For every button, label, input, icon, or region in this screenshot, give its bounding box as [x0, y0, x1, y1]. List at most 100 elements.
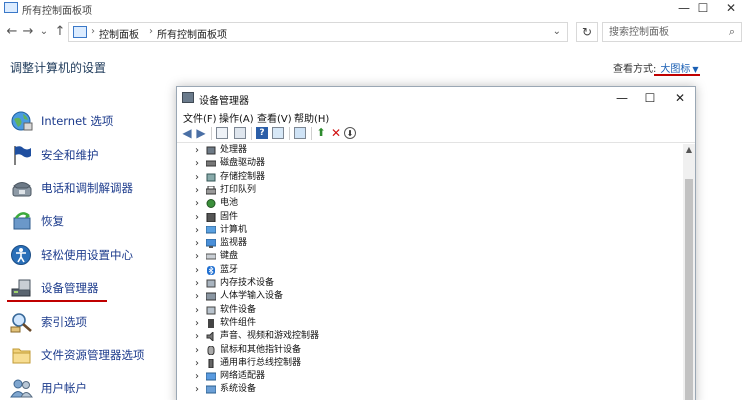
toolbar-separator	[311, 127, 312, 140]
software-component-icon	[208, 318, 214, 328]
expand-chevron-icon[interactable]: ›	[195, 237, 199, 250]
expand-chevron-icon[interactable]: ›	[195, 357, 199, 370]
expand-chevron-icon[interactable]: ›	[195, 184, 199, 197]
device-manager-icon	[11, 279, 31, 297]
dm-minimize-button[interactable]: —	[609, 89, 635, 107]
back-button[interactable]: ←	[4, 24, 20, 40]
device-category-row[interactable]: › 存储控制器	[177, 171, 677, 184]
device-category-row[interactable]: › 固件	[177, 211, 677, 224]
device-category-row[interactable]: › 人体学输入设备	[177, 290, 677, 303]
recent-locations-button[interactable]: ⌄	[36, 24, 52, 40]
update-driver-icon[interactable]: ⬆	[315, 127, 327, 139]
properties-icon[interactable]	[216, 127, 228, 139]
cp-item-security-maintenance[interactable]: 安全和维护	[10, 142, 180, 170]
device-category-row[interactable]: › 磁盘驱动器	[177, 157, 677, 170]
dm-close-button[interactable]: ✕	[667, 89, 693, 107]
expand-chevron-icon[interactable]: ›	[195, 304, 199, 317]
expand-chevron-icon[interactable]: ›	[195, 317, 199, 330]
address-box[interactable]: › 控制面板 › 所有控制面板项 ⌄	[68, 22, 568, 42]
device-category-row[interactable]: › 内存技术设备	[177, 277, 677, 290]
refresh-button[interactable]: ↻	[576, 22, 598, 42]
device-category-row[interactable]: › 鼠标和其他指针设备	[177, 344, 677, 357]
scroll-up-icon[interactable]: ▲	[683, 144, 695, 156]
device-category-label: 鼠标和其他指针设备	[220, 344, 302, 355]
expand-chevron-icon[interactable]: ›	[195, 330, 199, 343]
device-category-row[interactable]: › 声音、视频和游戏控制器	[177, 330, 677, 343]
search-icon[interactable]: ⌕	[729, 25, 735, 39]
menu-action[interactable]: 操作(A)	[219, 110, 254, 125]
device-category-row[interactable]: › 处理器	[177, 144, 677, 157]
device-category-row[interactable]: › 键盘	[177, 250, 677, 263]
dm-maximize-button[interactable]: ☐	[637, 89, 663, 107]
page-heading: 调整计算机的设置	[10, 61, 107, 75]
search-input[interactable]	[609, 25, 719, 39]
expand-chevron-icon[interactable]: ›	[195, 290, 199, 303]
menu-file[interactable]: 文件(F)	[183, 110, 217, 125]
device-category-label: 内存技术设备	[220, 278, 275, 288]
view-icon[interactable]	[234, 127, 246, 139]
cp-item-label: 恢复	[41, 214, 64, 228]
scrollbar-thumb[interactable]	[685, 179, 693, 400]
expand-chevron-icon[interactable]: ›	[195, 370, 199, 383]
device-category-row[interactable]: › 电池	[177, 197, 677, 210]
cp-item-file-explorer-options[interactable]: 文件资源管理器选项	[10, 342, 180, 370]
expand-chevron-icon[interactable]: ›	[195, 250, 199, 263]
cp-item-label: 用户帐户	[41, 381, 87, 395]
cp-item-recovery[interactable]: 恢复	[10, 208, 180, 236]
back-icon[interactable]: ◀	[181, 127, 193, 139]
breadcrumb-control-panel[interactable]: 控制面板	[99, 26, 139, 41]
help-icon[interactable]: ?	[256, 127, 268, 139]
device-category-row[interactable]: › 监视器	[177, 237, 677, 250]
cp-item-phone-modem[interactable]: 电话和调制解调器	[10, 175, 180, 203]
device-category-row[interactable]: › 计算机	[177, 224, 677, 237]
vertical-scrollbar[interactable]: ▲	[683, 144, 695, 400]
device-category-row[interactable]: › 网络适配器	[177, 370, 677, 383]
menu-view[interactable]: 查看(V)	[257, 110, 292, 125]
dropdown-arrow-icon[interactable]: ▼	[692, 65, 698, 74]
close-button[interactable]: ✕	[717, 0, 745, 16]
device-category-label: 蓝牙	[220, 264, 239, 275]
expand-chevron-icon[interactable]: ›	[195, 171, 199, 184]
cp-item-user-accounts[interactable]: 用户帐户	[10, 375, 180, 400]
menu-help[interactable]: 帮助(H)	[294, 110, 329, 125]
device-category-label: 人体学输入设备	[220, 291, 284, 302]
download-icon[interactable]: ⬇	[344, 127, 356, 139]
expand-chevron-icon[interactable]: ›	[195, 277, 199, 290]
device-category-label: 网络适配器	[220, 371, 266, 382]
device-category-row[interactable]: › 蓝牙	[177, 264, 677, 277]
cp-item-indexing-options[interactable]: 索引选项	[10, 309, 180, 337]
expand-chevron-icon[interactable]: ›	[195, 157, 199, 170]
forward-button[interactable]: →	[20, 24, 36, 40]
device-category-label: 软件设备	[220, 304, 257, 315]
device-tree: › 处理器 › 磁盘驱动器 › 存储控制器 › 打印队列 › 电池 › 固件 › 计算机 › 监视器 › 键盘 › 蓝…	[177, 144, 683, 400]
expand-chevron-icon[interactable]: ›	[195, 383, 199, 396]
device-manager-title: 设备管理器	[199, 96, 249, 107]
uninstall-icon[interactable]: ✕	[330, 127, 342, 139]
cp-item-internet-options[interactable]: Internet 选项	[10, 108, 180, 136]
device-category-row[interactable]: › 通用串行总线控制器	[177, 357, 677, 370]
device-category-row[interactable]: › 软件设备	[177, 304, 677, 317]
cp-item-ease-of-access[interactable]: 轻松使用设置中心	[10, 242, 180, 270]
expand-chevron-icon[interactable]: ›	[195, 344, 199, 357]
expand-chevron-icon[interactable]: ›	[195, 197, 199, 210]
expand-chevron-icon[interactable]: ›	[195, 144, 199, 157]
monitor-icon[interactable]	[294, 127, 306, 139]
device-category-row[interactable]: › 打印队列	[177, 184, 677, 197]
cp-item-device-manager[interactable]: 设备管理器	[10, 275, 180, 303]
expand-chevron-icon[interactable]: ›	[195, 264, 199, 277]
device-category-row[interactable]: › 系统设备	[177, 383, 677, 396]
device-category-label: 通用串行总线控制器	[220, 357, 302, 368]
search-box[interactable]: ⌕	[602, 22, 742, 42]
breadcrumb-all-items[interactable]: 所有控制面板项	[157, 26, 227, 41]
address-dropdown-icon[interactable]: ⌄	[553, 26, 561, 37]
maximize-button[interactable]: ☐	[689, 0, 717, 16]
device-category-row[interactable]: › 软件组件	[177, 317, 677, 330]
forward-icon[interactable]: ▶	[195, 127, 207, 139]
system-device-icon	[206, 385, 216, 394]
expand-chevron-icon[interactable]: ›	[195, 211, 199, 224]
up-button[interactable]: ↑	[52, 24, 68, 40]
breadcrumb-separator[interactable]: ›	[149, 26, 153, 37]
processor-icon	[206, 146, 216, 155]
view-icon[interactable]	[272, 127, 284, 139]
expand-chevron-icon[interactable]: ›	[195, 224, 199, 237]
